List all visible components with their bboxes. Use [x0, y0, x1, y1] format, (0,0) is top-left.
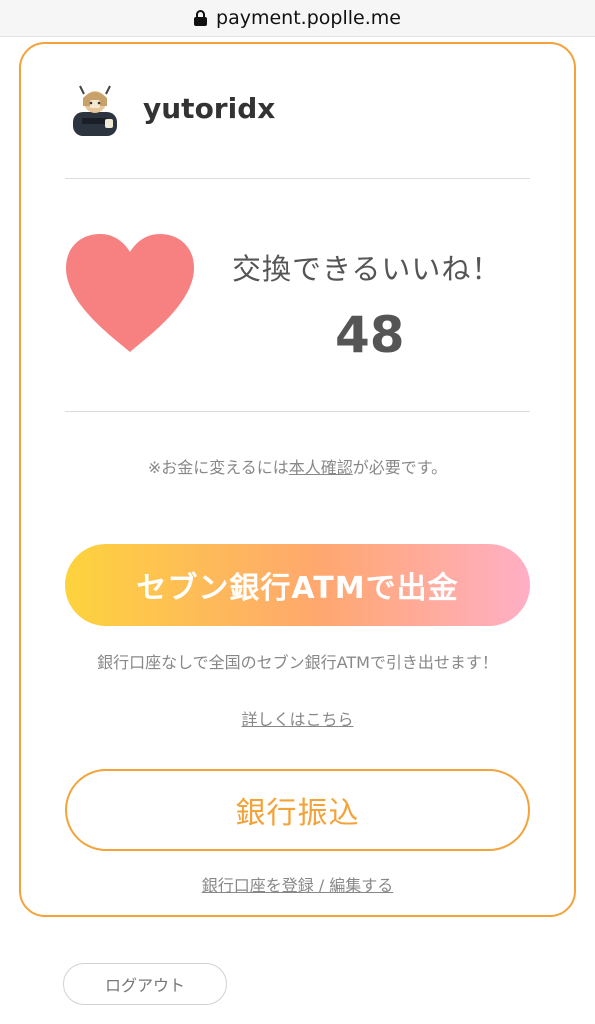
verification-note: ※お金に変えるには本人確認が必要です。 [0, 454, 595, 478]
identity-verification-link[interactable]: 本人確認 [289, 458, 353, 477]
seven-bank-atm-withdraw-button[interactable]: セブン銀行ATMで出金 [65, 544, 530, 626]
lock-icon [194, 10, 208, 26]
verification-note-prefix: ※お金に変えるには [147, 458, 289, 477]
divider-top [65, 178, 530, 179]
likes-label: 交換できるいいね！ [232, 252, 502, 286]
heart-icon [66, 234, 194, 352]
url-text: payment.poplle.me [216, 7, 401, 29]
atm-description: 銀行口座なしで全国のセブン銀行ATMで引き出せます！ [97, 653, 498, 672]
verification-note-suffix: が必要です。 [352, 458, 448, 477]
username: yutoridx [143, 92, 276, 125]
logout-button[interactable]: ログアウト [63, 963, 227, 1005]
likes-count: 48 [335, 306, 405, 364]
divider-middle [65, 411, 530, 412]
bank-transfer-button[interactable]: 銀行振込 [65, 769, 530, 851]
register-bank-account-link[interactable]: 銀行口座を登録 / 編集する [0, 872, 595, 896]
avatar [73, 85, 117, 136]
details-link[interactable]: 詳しくはこちら [0, 706, 595, 730]
browser-url-bar[interactable]: payment.poplle.me [0, 0, 595, 37]
